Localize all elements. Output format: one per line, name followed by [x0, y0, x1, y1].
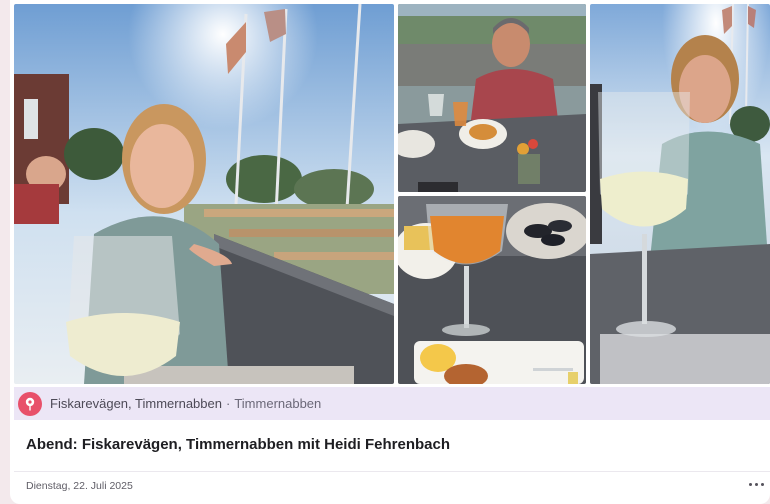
- location-separator: ·: [225, 396, 231, 411]
- location-bar[interactable]: Fiskarevägen, Timmernabben · Timmernabbe…: [14, 387, 770, 420]
- photo-aperol-and-food-image: [398, 196, 586, 384]
- photo-woman-sunset-image: [590, 4, 770, 384]
- photo-woman-with-wine[interactable]: [14, 4, 394, 384]
- photo-woman-with-wine-image: [14, 4, 394, 384]
- divider: [14, 471, 770, 472]
- map-pin-icon: [18, 391, 42, 416]
- location-region[interactable]: Timmernabben: [234, 396, 321, 411]
- photo-aperol-and-food[interactable]: [398, 196, 586, 384]
- photo-man-at-table[interactable]: [398, 4, 586, 192]
- photo-man-at-table-image: [398, 4, 586, 192]
- memory-title: Abend: Fiskarevägen, Timmernabben mit He…: [26, 436, 450, 453]
- photo-woman-sunset[interactable]: [590, 4, 770, 384]
- memory-card[interactable]: Fiskarevägen, Timmernabben · Timmernabbe…: [10, 0, 770, 504]
- memory-date: Dienstag, 22. Juli 2025: [26, 480, 133, 492]
- more-options-icon[interactable]: [746, 474, 766, 494]
- photo-grid: [10, 0, 770, 384]
- location-name[interactable]: Fiskarevägen, Timmernabben: [50, 396, 222, 411]
